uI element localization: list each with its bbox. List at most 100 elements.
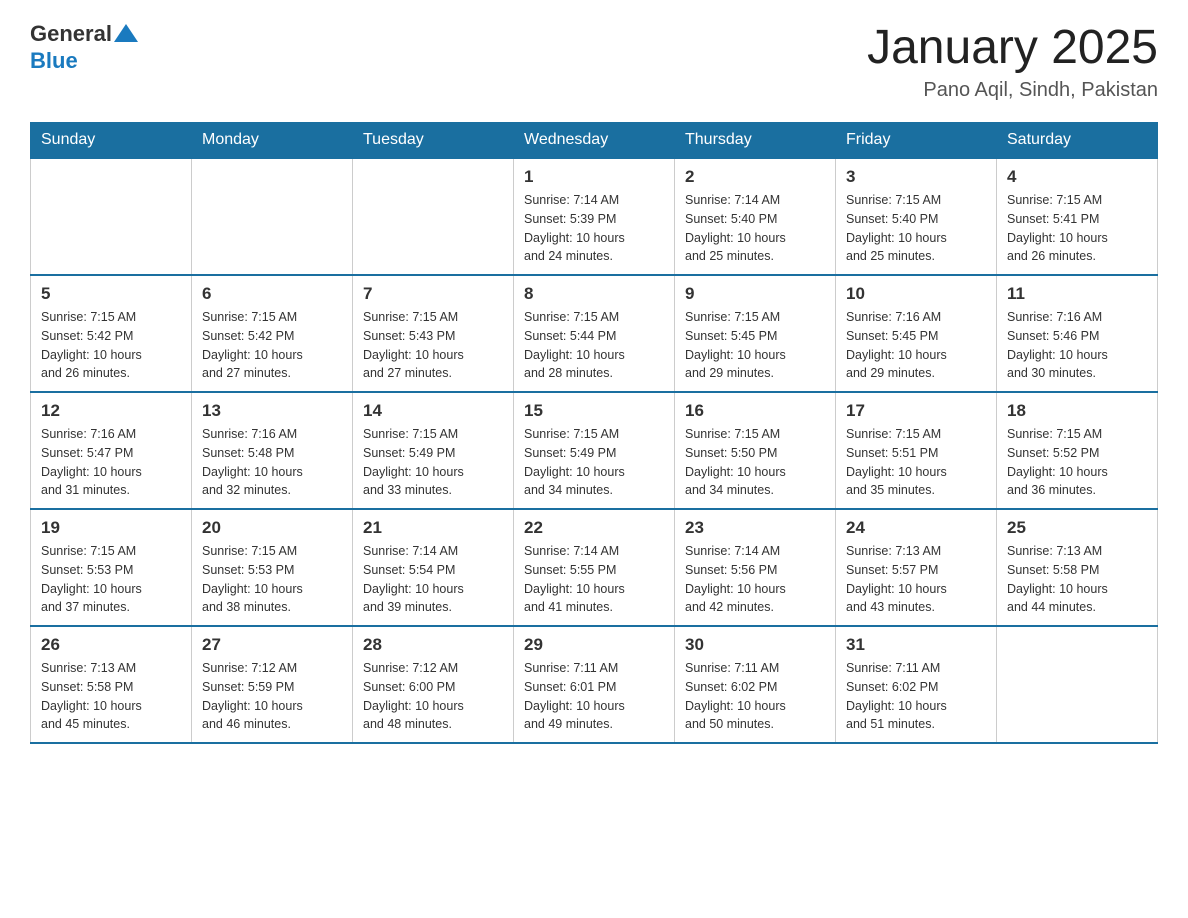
day-info: Sunrise: 7:15 AM Sunset: 5:51 PM Dayligh… xyxy=(846,425,986,500)
day-info: Sunrise: 7:16 AM Sunset: 5:45 PM Dayligh… xyxy=(846,308,986,383)
day-number: 29 xyxy=(524,635,664,655)
calendar-cell: 31 Sunrise: 7:11 AM Sunset: 6:02 PM Dayli… xyxy=(836,626,997,743)
day-number: 7 xyxy=(363,284,503,304)
calendar-cell: 6 Sunrise: 7:15 AM Sunset: 5:42 PM Daylig… xyxy=(192,275,353,392)
day-number: 24 xyxy=(846,518,986,538)
month-title: January 2025 xyxy=(867,20,1158,75)
calendar-week-3: 12 Sunrise: 7:16 AM Sunset: 5:47 PM Dayli… xyxy=(31,392,1158,509)
calendar-week-2: 5 Sunrise: 7:15 AM Sunset: 5:42 PM Daylig… xyxy=(31,275,1158,392)
day-info: Sunrise: 7:15 AM Sunset: 5:49 PM Dayligh… xyxy=(363,425,503,500)
day-info: Sunrise: 7:16 AM Sunset: 5:48 PM Dayligh… xyxy=(202,425,342,500)
day-info: Sunrise: 7:11 AM Sunset: 6:02 PM Dayligh… xyxy=(685,659,825,734)
day-info: Sunrise: 7:15 AM Sunset: 5:42 PM Dayligh… xyxy=(202,308,342,383)
location-title: Pano Aqil, Sindh, Pakistan xyxy=(867,79,1158,102)
day-info: Sunrise: 7:16 AM Sunset: 5:46 PM Dayligh… xyxy=(1007,308,1147,383)
day-info: Sunrise: 7:16 AM Sunset: 5:47 PM Dayligh… xyxy=(41,425,181,500)
calendar-cell: 17 Sunrise: 7:15 AM Sunset: 5:51 PM Dayli… xyxy=(836,392,997,509)
day-number: 5 xyxy=(41,284,181,304)
day-number: 22 xyxy=(524,518,664,538)
calendar-cell: 26 Sunrise: 7:13 AM Sunset: 5:58 PM Dayli… xyxy=(31,626,192,743)
day-header-tuesday: Tuesday xyxy=(353,123,514,159)
day-info: Sunrise: 7:15 AM Sunset: 5:41 PM Dayligh… xyxy=(1007,191,1147,266)
day-number: 3 xyxy=(846,167,986,187)
day-number: 10 xyxy=(846,284,986,304)
calendar-cell: 22 Sunrise: 7:14 AM Sunset: 5:55 PM Dayli… xyxy=(514,509,675,626)
day-info: Sunrise: 7:12 AM Sunset: 5:59 PM Dayligh… xyxy=(202,659,342,734)
day-info: Sunrise: 7:15 AM Sunset: 5:44 PM Dayligh… xyxy=(524,308,664,383)
calendar-cell: 9 Sunrise: 7:15 AM Sunset: 5:45 PM Daylig… xyxy=(675,275,836,392)
calendar-cell: 2 Sunrise: 7:14 AM Sunset: 5:40 PM Daylig… xyxy=(675,158,836,275)
day-number: 30 xyxy=(685,635,825,655)
day-number: 23 xyxy=(685,518,825,538)
day-number: 2 xyxy=(685,167,825,187)
calendar-cell: 28Sunrise: 7:12 AM Sunset: 6:00 PM Dayli… xyxy=(353,626,514,743)
logo-blue-text: Blue xyxy=(30,48,78,74)
calendar-cell: 10 Sunrise: 7:16 AM Sunset: 5:45 PM Dayli… xyxy=(836,275,997,392)
day-info: Sunrise: 7:13 AM Sunset: 5:57 PM Dayligh… xyxy=(846,542,986,617)
day-info: Sunrise: 7:14 AM Sunset: 5:54 PM Dayligh… xyxy=(363,542,503,617)
day-number: 6 xyxy=(202,284,342,304)
day-number: 16 xyxy=(685,401,825,421)
day-header-friday: Friday xyxy=(836,123,997,159)
day-info: Sunrise: 7:15 AM Sunset: 5:42 PM Dayligh… xyxy=(41,308,181,383)
day-info: Sunrise: 7:15 AM Sunset: 5:50 PM Dayligh… xyxy=(685,425,825,500)
day-info: Sunrise: 7:14 AM Sunset: 5:40 PM Dayligh… xyxy=(685,191,825,266)
day-info: Sunrise: 7:15 AM Sunset: 5:45 PM Dayligh… xyxy=(685,308,825,383)
day-number: 26 xyxy=(41,635,181,655)
day-number: 21 xyxy=(363,518,503,538)
day-number: 9 xyxy=(685,284,825,304)
calendar-cell: 7Sunrise: 7:15 AM Sunset: 5:43 PM Daylig… xyxy=(353,275,514,392)
day-info: Sunrise: 7:11 AM Sunset: 6:02 PM Dayligh… xyxy=(846,659,986,734)
day-header-thursday: Thursday xyxy=(675,123,836,159)
day-info: Sunrise: 7:15 AM Sunset: 5:53 PM Dayligh… xyxy=(41,542,181,617)
day-number: 12 xyxy=(41,401,181,421)
calendar-cell: 29 Sunrise: 7:11 AM Sunset: 6:01 PM Dayli… xyxy=(514,626,675,743)
day-number: 31 xyxy=(846,635,986,655)
day-info: Sunrise: 7:14 AM Sunset: 5:56 PM Dayligh… xyxy=(685,542,825,617)
day-info: Sunrise: 7:14 AM Sunset: 5:39 PM Dayligh… xyxy=(524,191,664,266)
day-number: 15 xyxy=(524,401,664,421)
day-number: 18 xyxy=(1007,401,1147,421)
day-info: Sunrise: 7:13 AM Sunset: 5:58 PM Dayligh… xyxy=(41,659,181,734)
calendar-cell: 20 Sunrise: 7:15 AM Sunset: 5:53 PM Dayli… xyxy=(192,509,353,626)
calendar-cell: 1 Sunrise: 7:14 AM Sunset: 5:39 PM Daylig… xyxy=(514,158,675,275)
calendar-week-5: 26 Sunrise: 7:13 AM Sunset: 5:58 PM Dayli… xyxy=(31,626,1158,743)
day-number: 28 xyxy=(363,635,503,655)
day-info: Sunrise: 7:15 AM Sunset: 5:40 PM Dayligh… xyxy=(846,191,986,266)
day-number: 20 xyxy=(202,518,342,538)
day-number: 27 xyxy=(202,635,342,655)
day-header-sunday: Sunday xyxy=(31,123,192,159)
calendar-cell: 21 Sunrise: 7:14 AM Sunset: 5:54 PM Dayli… xyxy=(353,509,514,626)
calendar-cell: 19 Sunrise: 7:15 AM Sunset: 5:53 PM Dayli… xyxy=(31,509,192,626)
calendar-cell: 3 Sunrise: 7:15 AM Sunset: 5:40 PM Daylig… xyxy=(836,158,997,275)
day-number: 13 xyxy=(202,401,342,421)
day-info: Sunrise: 7:11 AM Sunset: 6:01 PM Dayligh… xyxy=(524,659,664,734)
day-number: 1 xyxy=(524,167,664,187)
day-header-wednesday: Wednesday xyxy=(514,123,675,159)
day-number: 25 xyxy=(1007,518,1147,538)
calendar-cell: 23 Sunrise: 7:14 AM Sunset: 5:56 PM Dayli… xyxy=(675,509,836,626)
calendar-week-4: 19 Sunrise: 7:15 AM Sunset: 5:53 PM Dayli… xyxy=(31,509,1158,626)
day-info: Sunrise: 7:14 AM Sunset: 5:55 PM Dayligh… xyxy=(524,542,664,617)
calendar-cell xyxy=(353,158,514,275)
day-number: 11 xyxy=(1007,284,1147,304)
day-header-monday: Monday xyxy=(192,123,353,159)
calendar-cell: 13 Sunrise: 7:16 AM Sunset: 5:48 PM Dayli… xyxy=(192,392,353,509)
calendar-cell: 24 Sunrise: 7:13 AM Sunset: 5:57 PM Dayli… xyxy=(836,509,997,626)
calendar-header-row: SundayMondayTuesdayWednesdayThursdayFrid… xyxy=(31,123,1158,159)
calendar-cell xyxy=(997,626,1158,743)
day-number: 14 xyxy=(363,401,503,421)
page-header: General Blue January 2025 Pano Aqil, Sin… xyxy=(30,20,1158,102)
day-number: 17 xyxy=(846,401,986,421)
logo: General Blue xyxy=(30,20,140,74)
day-info: Sunrise: 7:15 AM Sunset: 5:52 PM Dayligh… xyxy=(1007,425,1147,500)
day-number: 4 xyxy=(1007,167,1147,187)
day-number: 19 xyxy=(41,518,181,538)
day-info: Sunrise: 7:15 AM Sunset: 5:53 PM Dayligh… xyxy=(202,542,342,617)
calendar-cell: 15Sunrise: 7:15 AM Sunset: 5:49 PM Dayli… xyxy=(514,392,675,509)
day-info: Sunrise: 7:13 AM Sunset: 5:58 PM Dayligh… xyxy=(1007,542,1147,617)
calendar-cell: 30 Sunrise: 7:11 AM Sunset: 6:02 PM Dayli… xyxy=(675,626,836,743)
calendar-cell: 12 Sunrise: 7:16 AM Sunset: 5:47 PM Dayli… xyxy=(31,392,192,509)
calendar-cell: 4 Sunrise: 7:15 AM Sunset: 5:41 PM Daylig… xyxy=(997,158,1158,275)
title-block: January 2025 Pano Aqil, Sindh, Pakistan xyxy=(867,20,1158,102)
